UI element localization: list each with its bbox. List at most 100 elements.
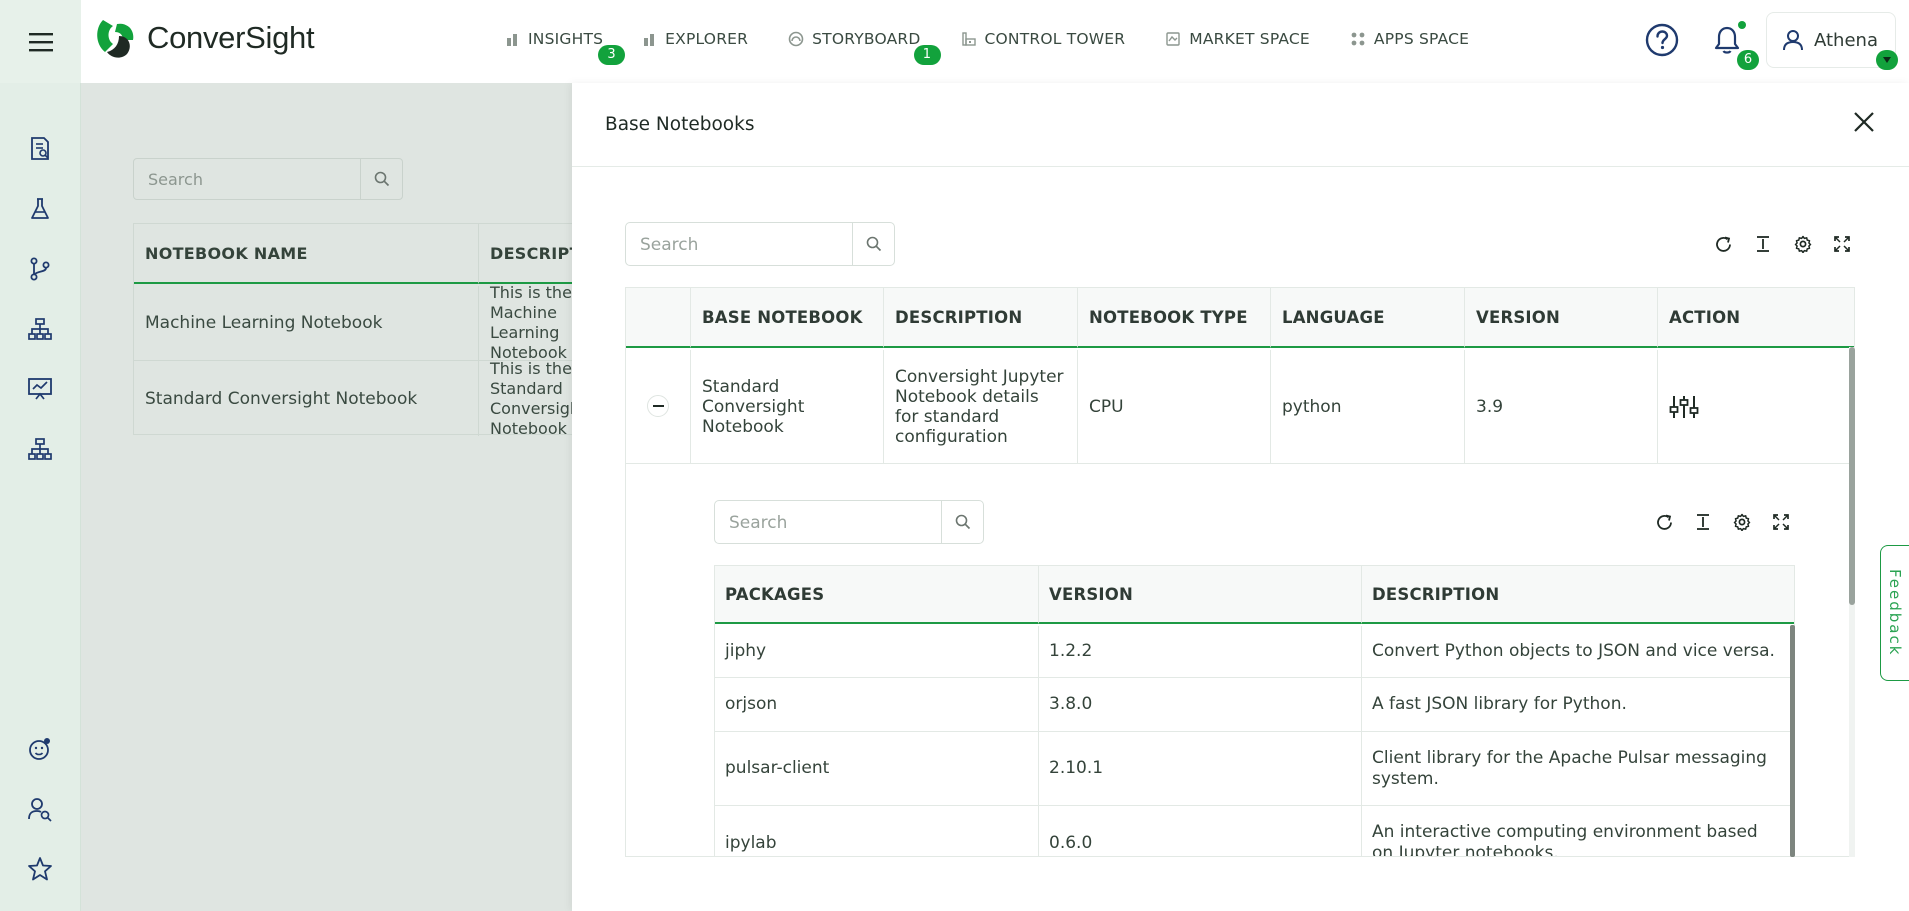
apps-grid-icon bbox=[1351, 32, 1365, 46]
help-icon bbox=[1645, 23, 1679, 57]
tower-icon bbox=[961, 32, 976, 46]
packages-search-input[interactable]: Search bbox=[714, 500, 984, 544]
action-cell bbox=[1658, 350, 1854, 464]
sidebar-item-reports[interactable] bbox=[27, 136, 53, 162]
packages-fullscreen-button[interactable] bbox=[1770, 511, 1792, 533]
search-icon bbox=[955, 514, 970, 530]
document-search-icon bbox=[31, 137, 49, 160]
column-header-packages: PACKAGES bbox=[715, 566, 1039, 624]
column-header-notebook-name: NOTEBOOK NAME bbox=[134, 224, 479, 284]
bar-chart-icon bbox=[507, 34, 517, 46]
packages-refresh-button[interactable] bbox=[1653, 511, 1675, 533]
git-branch-icon bbox=[30, 257, 50, 281]
collapse-row-button[interactable] bbox=[647, 395, 669, 417]
users-search-icon bbox=[28, 798, 52, 822]
close-button[interactable] bbox=[1849, 107, 1879, 137]
table-row-description: This is the Machine Learning Notebook bbox=[479, 286, 584, 361]
brand-logo[interactable]: ConverSight bbox=[93, 16, 315, 60]
package-version-cell: 3.8.0 bbox=[1039, 678, 1362, 732]
minus-icon bbox=[652, 405, 664, 407]
nav-apps-space[interactable]: APPS SPACE bbox=[1350, 30, 1469, 48]
package-name-cell: orjson bbox=[715, 678, 1039, 732]
package-name-cell: pulsar-client bbox=[715, 732, 1039, 806]
fullscreen-button[interactable] bbox=[1831, 233, 1853, 255]
language-cell: python bbox=[1271, 350, 1465, 464]
hamburger-icon bbox=[28, 32, 53, 51]
package-description-cell: A fast JSON library for Python. bbox=[1362, 678, 1794, 732]
nav-insights[interactable]: INSIGHTS 3 bbox=[506, 30, 626, 65]
sidebar-item-presentation[interactable] bbox=[27, 376, 53, 402]
packages-table: PACKAGES VERSION DESCRIPTION jiphy 1.2.2… bbox=[714, 565, 1795, 857]
nav-label: INSIGHTS bbox=[528, 30, 604, 48]
base-notebook-search-input[interactable]: Search bbox=[625, 222, 895, 266]
user-icon bbox=[1783, 30, 1803, 51]
search-button[interactable] bbox=[852, 223, 894, 265]
background-notebooks-table: NOTEBOOK NAME DESCRIPTION Machine Learni… bbox=[133, 223, 584, 436]
sidebar-item-organization[interactable] bbox=[27, 436, 53, 462]
package-version-cell: 0.6.0 bbox=[1039, 806, 1362, 856]
dashboard-gauge-icon bbox=[788, 31, 804, 47]
user-dropdown-caret[interactable] bbox=[1876, 50, 1898, 70]
version-cell: 3.9 bbox=[1465, 350, 1658, 464]
package-version-cell: 1.2.2 bbox=[1039, 626, 1362, 678]
nav-label: MARKET SPACE bbox=[1189, 30, 1310, 48]
notification-dot bbox=[1738, 21, 1746, 29]
packages-settings-button[interactable] bbox=[1731, 511, 1753, 533]
column-header-language: LANGUAGE bbox=[1271, 288, 1465, 348]
table-row-name[interactable]: Standard Conversight Notebook bbox=[134, 361, 479, 436]
column-header-version: VERSION bbox=[1465, 288, 1658, 348]
sidebar-item-hierarchy[interactable] bbox=[27, 316, 53, 342]
description-cell: Conversight Jupyter Notebook details for… bbox=[884, 350, 1078, 464]
notifications-button[interactable] bbox=[1713, 25, 1741, 55]
packages-table-scrollbar[interactable] bbox=[1790, 625, 1795, 857]
user-name: Athena bbox=[1814, 29, 1878, 51]
base-notebook-cell: Standard Conversight Notebook bbox=[691, 350, 884, 464]
configure-button[interactable] bbox=[1669, 394, 1699, 420]
top-header: ConverSight INSIGHTS 3 EXPLORER STORYBOA… bbox=[0, 0, 1909, 83]
refresh-button[interactable] bbox=[1712, 233, 1734, 255]
presentation-icon bbox=[28, 378, 52, 400]
search-icon bbox=[866, 236, 881, 252]
column-header-action: ACTION bbox=[1658, 288, 1854, 348]
menu-toggle-button[interactable] bbox=[0, 0, 81, 83]
sidebar-item-branches[interactable] bbox=[27, 256, 53, 282]
feedback-label: Feedback bbox=[1886, 569, 1904, 657]
background-search-input[interactable]: Search bbox=[133, 158, 403, 200]
package-version-cell: 2.10.1 bbox=[1039, 732, 1362, 806]
help-button[interactable] bbox=[1645, 23, 1679, 57]
settings-button[interactable] bbox=[1792, 233, 1814, 255]
gear-icon bbox=[1733, 513, 1751, 531]
sliders-icon bbox=[1669, 395, 1699, 418]
notification-count-badge: 6 bbox=[1737, 50, 1759, 70]
table-row-name[interactable]: Machine Learning Notebook bbox=[134, 286, 479, 361]
nav-label: EXPLORER bbox=[665, 30, 749, 48]
feedback-tab[interactable]: Feedback bbox=[1880, 545, 1909, 681]
row-height-icon bbox=[1757, 236, 1769, 252]
search-placeholder: Search bbox=[640, 235, 699, 255]
nav-label: CONTROL TOWER bbox=[984, 30, 1126, 48]
search-button[interactable] bbox=[360, 159, 402, 199]
column-header-description: DESCRIPTION bbox=[1362, 566, 1794, 624]
package-description-cell: Client library for the Apache Pulsar mes… bbox=[1362, 732, 1794, 806]
column-header-notebook-type: NOTEBOOK TYPE bbox=[1078, 288, 1271, 348]
chevron-down-icon bbox=[1883, 57, 1891, 63]
nav-market-space[interactable]: MARKET SPACE bbox=[1165, 30, 1310, 48]
search-button[interactable] bbox=[941, 501, 983, 543]
packages-row-height-button[interactable] bbox=[1692, 511, 1714, 533]
sidebar-item-assistant[interactable] bbox=[27, 736, 53, 762]
sidebar-item-users[interactable] bbox=[27, 796, 53, 822]
nav-explorer[interactable]: EXPLORER bbox=[643, 30, 748, 48]
sidebar-item-lab[interactable] bbox=[27, 196, 53, 222]
nav-label: APPS SPACE bbox=[1373, 30, 1470, 48]
row-height-button[interactable] bbox=[1752, 233, 1774, 255]
sidebar-item-favorites[interactable] bbox=[27, 856, 53, 882]
column-header-description: DESCRIPTION bbox=[884, 288, 1078, 348]
org-chart-icon bbox=[28, 438, 52, 460]
package-name-cell: ipylab bbox=[715, 806, 1039, 856]
expand-cell bbox=[626, 350, 691, 464]
nav-control-tower[interactable]: CONTROL TOWER bbox=[961, 30, 1126, 48]
bell-icon bbox=[1714, 26, 1740, 54]
brand-name: ConverSight bbox=[147, 20, 315, 55]
outer-table-scrollbar[interactable] bbox=[1849, 347, 1855, 605]
nav-storyboard[interactable]: STORYBOARD 1 bbox=[788, 30, 941, 65]
